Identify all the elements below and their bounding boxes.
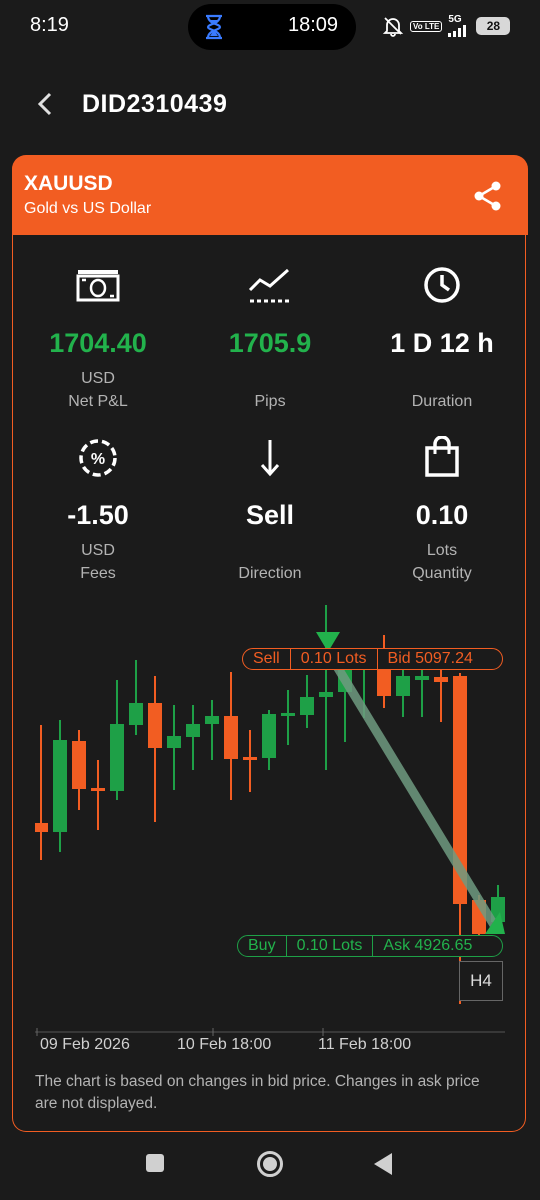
network-5g-label: 5G bbox=[448, 14, 462, 25]
candle bbox=[262, 710, 276, 770]
status-icons: Vo LTE 5G 28 bbox=[382, 14, 511, 38]
percent-circle-icon: % bbox=[79, 439, 117, 477]
volte-badge: Vo LTE bbox=[410, 20, 443, 32]
battery-icon: 28 bbox=[476, 17, 511, 35]
signal-bars-icon bbox=[448, 25, 467, 37]
recents-square-icon[interactable] bbox=[146, 1154, 164, 1172]
net-pnl-value: 1704.40 bbox=[49, 328, 147, 358]
candle bbox=[224, 672, 238, 800]
candle bbox=[415, 668, 429, 717]
candle bbox=[319, 605, 333, 770]
exit-price: Ask 4926.65 bbox=[372, 936, 482, 956]
stat-fees: -1.50 USD Fees bbox=[13, 500, 183, 585]
arrow-down-icon bbox=[260, 440, 280, 477]
stat-duration: 1 D 12 h Duration bbox=[357, 328, 527, 413]
fees-label: Fees bbox=[80, 565, 116, 582]
stat-net-pnl: 1704.40 USD Net P&L bbox=[13, 328, 183, 413]
candle bbox=[281, 690, 295, 745]
share-icon[interactable] bbox=[472, 180, 504, 212]
back-button[interactable] bbox=[36, 92, 56, 116]
stat-direction: Sell Direction bbox=[185, 500, 355, 585]
mute-bell-icon bbox=[382, 17, 404, 37]
entry-side: Sell bbox=[253, 650, 280, 667]
instrument-symbol: XAUUSD bbox=[24, 172, 113, 195]
trend-line-icon bbox=[248, 268, 290, 303]
entry-tag: Sell 0.10 Lots Bid 5097.24 bbox=[242, 648, 503, 670]
quantity-unit: Lots bbox=[426, 542, 458, 559]
quantity-value: 0.10 bbox=[415, 500, 469, 530]
candle bbox=[91, 760, 105, 830]
banknote-icon bbox=[76, 270, 120, 302]
net-pnl-label: Net P&L bbox=[68, 393, 128, 410]
status-time: 8:19 bbox=[30, 14, 69, 36]
pips-value: 1705.9 bbox=[228, 328, 312, 358]
pill-time: 18:09 bbox=[288, 14, 339, 36]
stat-pips: 1705.9 Pips bbox=[185, 328, 355, 413]
x-label-1: 09 Feb 2026 bbox=[40, 1036, 130, 1053]
entry-price: Bid 5097.24 bbox=[376, 649, 483, 669]
x-label-2: 10 Feb 18:00 bbox=[177, 1036, 272, 1053]
chart-note: The chart is based on changes in bid pri… bbox=[35, 1073, 480, 1112]
timeframe-button[interactable]: H4 bbox=[459, 961, 503, 1001]
svg-text:%: % bbox=[91, 451, 105, 468]
stat-quantity: 0.10 Lots Quantity bbox=[357, 500, 527, 585]
back-triangle-icon[interactable] bbox=[372, 1151, 394, 1177]
trade-path-line bbox=[326, 652, 498, 928]
exit-lots: 0.10 Lots bbox=[285, 936, 373, 956]
quantity-label: Quantity bbox=[412, 565, 472, 582]
fees-unit: USD bbox=[81, 542, 115, 559]
clock-icon bbox=[424, 267, 460, 303]
home-circle-icon[interactable] bbox=[256, 1150, 284, 1178]
candle bbox=[53, 720, 67, 852]
entry-lots: 0.10 Lots bbox=[289, 649, 377, 669]
candle bbox=[377, 635, 391, 708]
x-label-3: 11 Feb 18:00 bbox=[318, 1036, 412, 1053]
hourglass-icon bbox=[206, 14, 222, 40]
direction-label: Direction bbox=[238, 565, 302, 582]
signal-icon: 5G bbox=[448, 15, 470, 37]
page-title: DID2310439 bbox=[82, 90, 228, 118]
duration-label: Duration bbox=[411, 393, 473, 410]
exit-tag: Buy 0.10 Lots Ask 4926.65 bbox=[237, 935, 503, 957]
candle bbox=[72, 730, 86, 810]
candle bbox=[167, 705, 181, 790]
candle bbox=[110, 680, 124, 800]
candle bbox=[129, 660, 143, 735]
candle bbox=[300, 675, 314, 728]
instrument-description: Gold vs US Dollar bbox=[24, 200, 152, 217]
net-pnl-unit: USD bbox=[81, 370, 115, 387]
direction-value: Sell bbox=[245, 500, 295, 530]
candle bbox=[243, 730, 257, 792]
duration-value: 1 D 12 h bbox=[390, 328, 494, 358]
pips-label: Pips bbox=[254, 393, 286, 410]
shopping-bag-icon bbox=[425, 436, 459, 477]
exit-side: Buy bbox=[248, 937, 276, 954]
fees-value: -1.50 bbox=[67, 500, 129, 530]
candle bbox=[148, 676, 162, 822]
candle bbox=[186, 705, 200, 770]
candle bbox=[35, 725, 48, 860]
candle bbox=[205, 700, 219, 760]
